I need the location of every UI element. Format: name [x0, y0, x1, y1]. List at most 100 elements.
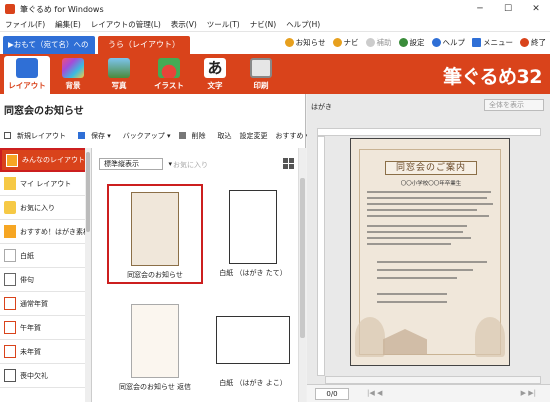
new-icon: [4, 132, 11, 139]
menu-tools[interactable]: ツール(T): [202, 19, 245, 30]
menu-navi[interactable]: ナビ(N): [245, 19, 281, 30]
star-icon: [332, 38, 342, 47]
save-icon: [78, 132, 85, 139]
vertical-ruler: [317, 136, 325, 376]
favorite-button[interactable]: お気に入り: [173, 160, 208, 170]
category-item[interactable]: 通常年賀: [0, 292, 91, 316]
category-item[interactable]: お気に入り: [0, 196, 91, 220]
category-item[interactable]: 俳句: [0, 268, 91, 292]
menu-view[interactable]: 表示(V): [166, 19, 202, 30]
zoom-select[interactable]: 全体を表示: [484, 99, 544, 111]
title-bar: 筆ぐるめ for Windows ─ ☐ ✕: [0, 0, 550, 18]
assist-icon: [365, 38, 375, 47]
layout-thumbnail[interactable]: 白紙 （はがき よこ）: [205, 298, 301, 398]
preview-title: 同窓会のご案内: [385, 161, 477, 175]
material-icon: [4, 225, 16, 238]
category-item[interactable]: 白紙: [0, 244, 91, 268]
grid-view-icon[interactable]: [283, 158, 294, 169]
star-icon: [4, 201, 16, 214]
text-icon: あ: [204, 58, 226, 78]
minimize-button[interactable]: ─: [466, 0, 494, 18]
document-icon: [4, 249, 16, 262]
folder-icon: [6, 153, 18, 167]
tab-layout-side[interactable]: うら（レイアウト）: [98, 36, 190, 54]
brand-logo: 筆ぐるめ32: [442, 66, 543, 88]
menu-layout-manage[interactable]: レイアウトの管理(L): [86, 19, 166, 30]
menu-icon: [472, 38, 481, 47]
next-page-button[interactable]: ▶ ▶|: [521, 389, 536, 397]
maximize-button[interactable]: ☐: [494, 0, 522, 18]
assist-link[interactable]: 補助: [365, 37, 392, 48]
illustration-icon: [158, 58, 180, 78]
tree-illustration: [355, 317, 385, 357]
help-link[interactable]: ヘルプ: [431, 37, 465, 48]
navi-link[interactable]: ナビ: [332, 37, 359, 48]
pen-icon: [4, 273, 16, 286]
menu-edit[interactable]: 編集(E): [50, 19, 86, 30]
card-icon: [4, 369, 16, 382]
photo-icon: [108, 58, 130, 78]
card-icon: [4, 321, 16, 334]
grid-scrollbar[interactable]: [298, 148, 306, 402]
card-icon: [4, 297, 16, 310]
new-layout-button[interactable]: 新規レイアウト: [0, 131, 74, 141]
preview-hscrollbar[interactable]: [325, 376, 541, 384]
import-button[interactable]: 取込: [214, 131, 236, 141]
ribbon-illustration-button[interactable]: イラスト: [146, 56, 192, 94]
menu-help[interactable]: ヘルプ(H): [281, 19, 325, 30]
category-item[interactable]: みんなのレイアウト: [0, 148, 91, 172]
save-button[interactable]: 保存 ▾: [74, 131, 119, 141]
ribbon-layout-button[interactable]: レイアウト: [4, 56, 50, 94]
prev-page-button[interactable]: |◀ ◀: [367, 389, 382, 397]
delete-button[interactable]: 削除: [175, 131, 214, 141]
card-preview: [216, 316, 290, 364]
category-scrollbar[interactable]: [85, 148, 91, 402]
tree-illustration: [475, 317, 505, 357]
settings-link[interactable]: 設定: [398, 37, 425, 48]
ribbon-background-button[interactable]: 背景: [50, 56, 96, 94]
category-item[interactable]: おすすめ！はがき素材: [0, 220, 91, 244]
category-item[interactable]: 午年賀: [0, 316, 91, 340]
printer-icon: [250, 58, 272, 78]
preview-panel: はがき 全体を表示 同窓会のご案内 〇〇小学校〇〇年卒業生 0/0 |◀ ◀ ▶…: [307, 94, 550, 402]
paper-type-label: はがき: [311, 103, 332, 111]
gear-icon: [398, 38, 408, 47]
exit-icon: [520, 38, 529, 47]
layout-thumbnail[interactable]: 同窓会のお知らせ 返信: [107, 298, 203, 398]
menu-file[interactable]: ファイル(F): [0, 19, 50, 30]
card-icon: [4, 345, 16, 358]
layout-thumbnail[interactable]: 白紙 （はがき たて）: [205, 184, 301, 284]
menu-bar: ファイル(F) 編集(E) レイアウトの管理(L) 表示(V) ツール(T) ナ…: [0, 18, 550, 32]
settings-change-button[interactable]: 設定変更: [236, 131, 272, 141]
page-indicator: 0/0: [315, 388, 349, 400]
backup-button[interactable]: バックアップ ▾: [119, 131, 175, 141]
layout-icon: [16, 58, 38, 78]
ribbon-text-button[interactable]: あ 文字: [192, 56, 238, 94]
category-item[interactable]: 未年賀: [0, 340, 91, 364]
trash-icon: [178, 132, 186, 139]
card-preview: [131, 192, 179, 266]
card-preview: [229, 190, 277, 264]
exit-link[interactable]: 終了: [520, 37, 546, 48]
background-icon: [62, 58, 84, 78]
view-mode-select[interactable]: 標準縦表示: [99, 158, 172, 170]
menu-link[interactable]: メニュー: [472, 37, 513, 48]
layout-toolbar: 新規レイアウト 保存 ▾ バックアップ ▾ 削除 取込 設定変更 おすすめ ▾: [0, 128, 309, 144]
layout-grid: 標準縦表示 お気に入り 同窓会のお知らせ 白紙 （はがき たて） 同窓会のお知ら…: [93, 148, 306, 402]
app-icon: [5, 4, 15, 14]
postcard-preview[interactable]: 同窓会のご案内 〇〇小学校〇〇年卒業生: [350, 138, 510, 366]
ribbon-print-button[interactable]: 印刷: [238, 56, 284, 94]
ribbon-photo-button[interactable]: 写真: [96, 56, 142, 94]
ribbon: レイアウト 背景 写真 イラスト あ 文字 印刷 筆ぐるめ32: [0, 54, 550, 94]
layout-thumbnail[interactable]: 同窓会のお知らせ: [107, 184, 203, 284]
close-button[interactable]: ✕: [522, 0, 550, 18]
category-item[interactable]: マイ レイアウト: [0, 172, 91, 196]
category-item[interactable]: 喪中欠礼: [0, 364, 91, 388]
horizontal-ruler: [317, 128, 541, 136]
preview-statusbar: 0/0 |◀ ◀ ▶ ▶|: [307, 384, 550, 402]
tab-row: ▶おもて（宛て名）への切 うら（レイアウト） お知らせ ナビ 補助 設定 ヘルプ…: [0, 32, 550, 67]
tab-address-side[interactable]: ▶おもて（宛て名）への切: [3, 36, 95, 67]
notice-link[interactable]: お知らせ: [284, 37, 326, 48]
folder-icon: [4, 177, 16, 190]
layout-panel: 同窓会のお知らせ 新規レイアウト 保存 ▾ バックアップ ▾ 削除 取込 設定変…: [0, 94, 309, 402]
